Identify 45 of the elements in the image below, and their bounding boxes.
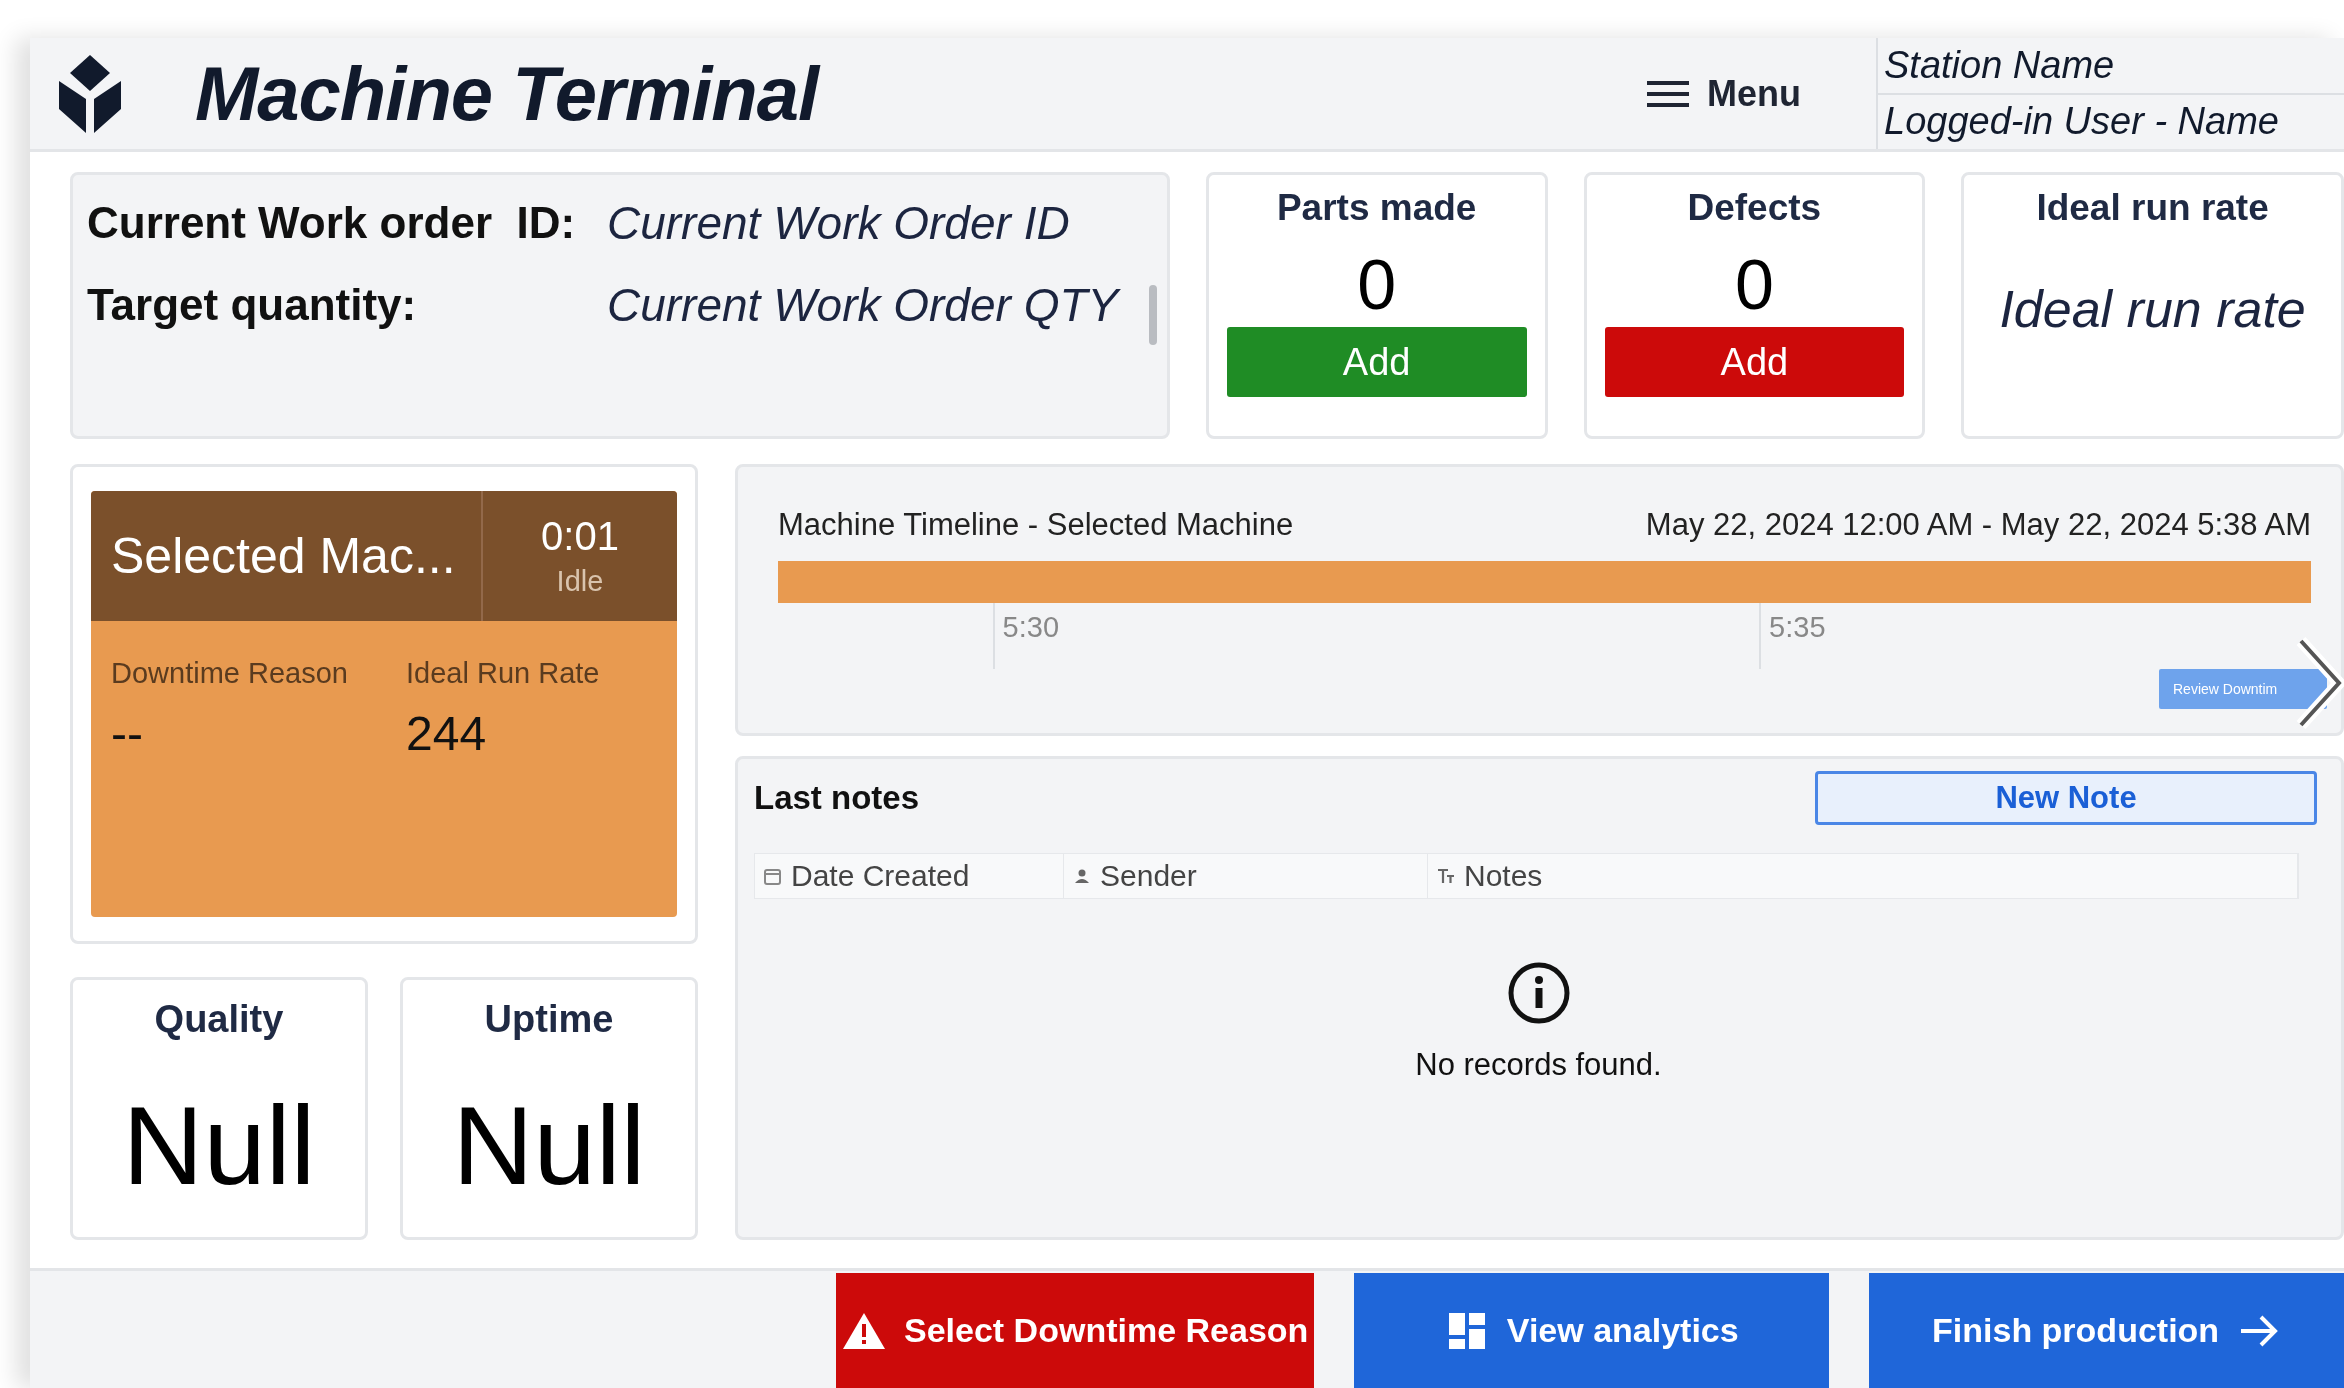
field-label: Ideal Run Rate	[406, 657, 601, 690]
action-button[interactable]: View analytics	[1354, 1273, 1830, 1388]
field-label: Downtime Reason	[111, 657, 349, 690]
empty-message: No records found.	[1415, 1047, 1662, 1083]
kpi-title: Uptime	[484, 998, 614, 1041]
scrollbar[interactable]	[1148, 285, 1157, 345]
info-icon	[1506, 961, 1571, 1025]
count-value: 0	[1734, 247, 1774, 323]
machine-name: Selected Mac...	[91, 491, 483, 621]
column-header[interactable]: Notes	[1428, 854, 2298, 898]
timeline-title: Machine Timeline - Selected Machine	[778, 507, 1294, 543]
machine-status: Idle	[556, 565, 604, 598]
tick-label: 5:35	[1759, 603, 1826, 669]
date-range: May 22, 2024 12:00 AM - May 22, 2024 5:38 AM	[1645, 507, 2311, 543]
field-label: Target quantity:	[87, 279, 418, 331]
action-button[interactable]: Finish production	[1869, 1273, 2344, 1388]
machine-timer: 0:01	[541, 514, 619, 559]
card-title: Parts made	[1276, 187, 1477, 229]
card-title: Defects	[1687, 187, 1822, 229]
column-header[interactable]: Date Created	[755, 854, 1064, 898]
station-name: Station Name	[1878, 38, 2344, 95]
tick-label: 5:30	[992, 603, 1060, 669]
menu-icon	[1647, 78, 1689, 109]
field-value: --	[111, 706, 144, 761]
action-button[interactable]: Select Downtime Reason	[836, 1273, 1315, 1388]
notes-title: Last notes	[754, 779, 920, 817]
field-label: Current Work order ID:	[87, 197, 577, 249]
kpi-value: Null	[452, 1082, 646, 1210]
app-title: Machine Terminal	[195, 50, 822, 137]
kpi-title: Quality	[154, 998, 284, 1041]
field-value: Current Work Order QTY	[607, 278, 1119, 333]
field-value: Current Work Order ID	[607, 196, 1070, 251]
user-name: Logged-in User - Name	[1883, 99, 2280, 145]
rate-value: Ideal run rate	[1999, 279, 2306, 339]
column-header[interactable]: Sender	[1064, 854, 1428, 898]
menu-button[interactable]: Menu	[1647, 72, 1801, 115]
calendar-icon	[763, 866, 783, 886]
new-note-button[interactable]: New Note	[1815, 771, 2317, 825]
kpi-value: Null	[122, 1082, 316, 1210]
count-value: 0	[1357, 247, 1397, 323]
card-title: Ideal run rate	[2036, 187, 2269, 229]
add-button[interactable]: Add	[1226, 327, 1527, 397]
add-button[interactable]: Add	[1604, 327, 1905, 397]
field-value: 244	[406, 706, 488, 761]
text-icon	[1436, 866, 1456, 886]
